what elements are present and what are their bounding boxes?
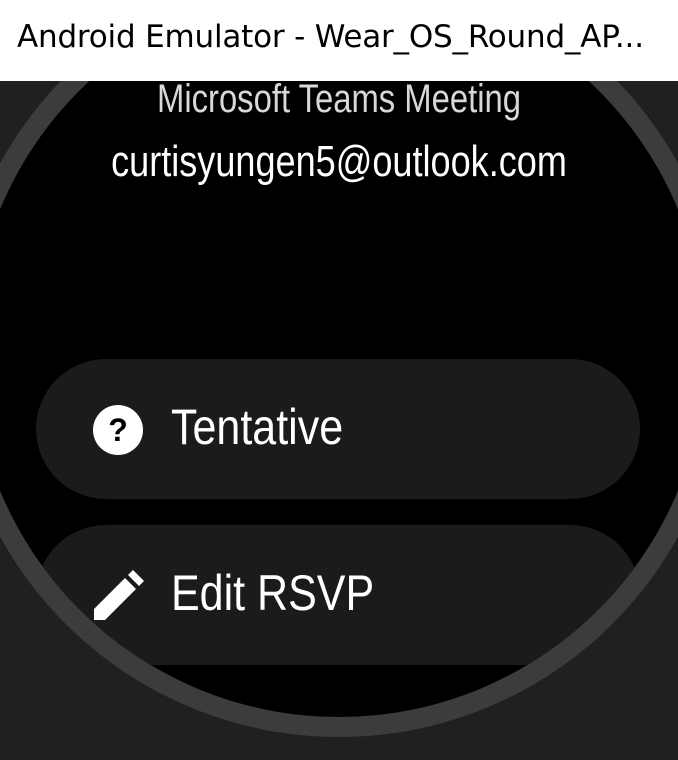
edit-rsvp-label: Edit RSVP [171,565,375,621]
organizer-name: Microsoft Teams Meeting [157,81,521,121]
pencil-icon [94,570,144,620]
organizer-email: curtisyungen5@outlook.com [111,137,567,186]
emulator-window: Android Emulator - Wear_OS_Round_AP... M… [0,0,678,760]
window-title: Android Emulator - Wear_OS_Round_AP... [17,19,644,55]
edit-rsvp-button[interactable]: Edit RSVP [36,525,640,665]
tentative-label: Tentative [171,399,344,455]
emulator-display: Microsoft Teams Meeting curtisyungen5@ou… [0,81,678,760]
tentative-button[interactable]: ? Tentative [36,359,640,499]
title-bar[interactable]: Android Emulator - Wear_OS_Round_AP... [0,0,678,81]
question-circle-icon: ? [93,405,143,455]
svg-text:?: ? [108,412,128,448]
watch-screen[interactable]: Microsoft Teams Meeting curtisyungen5@ou… [0,81,678,717]
